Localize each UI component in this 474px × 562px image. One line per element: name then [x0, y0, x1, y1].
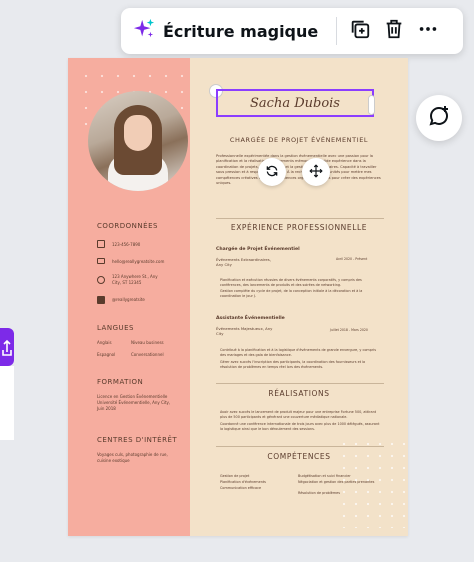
move-button[interactable]	[302, 158, 330, 186]
duplicate-button[interactable]	[343, 14, 377, 48]
duplicate-icon	[349, 18, 371, 44]
profile-photo[interactable]	[88, 91, 188, 191]
education-heading: FORMATION	[97, 378, 144, 386]
achievement-1: Avoir avec succès le lancement de produi…	[220, 410, 377, 419]
job-2-bullet-1: Contribué à la planification et à la log…	[220, 348, 376, 357]
contact-address: 123 Anywhere St., Any City, ST 12345	[112, 274, 158, 285]
resize-handle-right[interactable]	[368, 95, 375, 115]
web-icon	[97, 296, 105, 304]
language-1-level: Niveau business	[131, 340, 164, 345]
education-text: Licence en Gestion Événementielle Univer…	[97, 394, 171, 411]
job-2-title: Assistante Événementielle	[216, 316, 285, 321]
resume-page[interactable]: COORDONNÉES 123-456-7890 hello@reallygre…	[68, 58, 408, 536]
language-2: Espagnol	[97, 352, 116, 357]
move-icon	[309, 163, 323, 182]
rotate-button[interactable]	[258, 158, 286, 186]
job-1-title: Chargée de Projet Événementiel	[216, 247, 300, 252]
skill-left-1: Gestion de projet	[220, 474, 250, 478]
skill-left-3: Communication efficace	[220, 486, 262, 490]
decorative-dots	[338, 438, 408, 528]
rotate-icon	[265, 163, 279, 182]
more-button[interactable]	[411, 14, 445, 48]
job-1-bullet-2: Gestion complète du cycle de projet, de …	[220, 289, 363, 298]
share-tab[interactable]	[0, 328, 14, 366]
intro-paragraph: Professionnelle expérimentée dans la ges…	[216, 154, 381, 186]
language-2-level: Conversationnel	[131, 352, 164, 357]
divider	[216, 383, 384, 384]
contact-website: @reallygreatsite	[112, 297, 145, 302]
interests-text: Voyages culs, photographie de rue, cuisi…	[97, 452, 168, 463]
job-2-company: Événements Majestueux, Any City	[216, 326, 273, 336]
location-icon	[97, 276, 105, 284]
interests-heading: CENTRES D'INTÉRÊT	[97, 436, 178, 444]
skill-left-2: Planification d'événements	[220, 480, 266, 484]
email-icon	[97, 258, 105, 264]
name-textbox[interactable]: Sacha Dubois	[216, 89, 374, 117]
job-2-dates: Juillet 2018 - Mars 2020	[330, 328, 368, 332]
achievement-2: Coordonné une conférence internationale …	[220, 422, 380, 431]
language-1: Anglais	[97, 340, 112, 345]
side-panel	[0, 366, 14, 440]
magic-write-label: Écriture magique	[163, 21, 319, 41]
job-title: CHARGÉE DE PROJET ÉVÉNEMENTIEL	[229, 136, 369, 144]
context-toolbar: Écriture magique	[121, 8, 463, 54]
delete-button[interactable]	[377, 14, 411, 48]
job-1-bullet-1: Planification et exécution réussies de d…	[220, 278, 362, 287]
phone-icon	[97, 240, 105, 248]
divider	[216, 218, 384, 219]
achievements-heading: RÉALISATIONS	[268, 389, 330, 398]
job-2-bullet-2: Gérer avec succès l'inscription des part…	[220, 360, 366, 369]
add-comment-button[interactable]	[416, 95, 462, 141]
resume-name: Sacha Dubois	[250, 95, 340, 111]
contact-heading: COORDONNÉES	[97, 222, 158, 230]
contact-phone: 123-456-7890	[112, 242, 141, 247]
comment-add-icon	[427, 104, 451, 132]
trash-icon	[383, 18, 405, 44]
experience-heading: EXPÉRIENCE PROFESSIONNELLE	[230, 223, 368, 232]
job-1-dates: Avril 2020 - Présent	[336, 257, 368, 261]
languages-heading: LANGUES	[97, 324, 134, 332]
magic-write-button[interactable]: Écriture magique	[121, 8, 330, 54]
contact-email: hello@reallygreatsite.com	[112, 259, 165, 264]
more-icon	[417, 18, 439, 44]
job-1-company: Événements Extraordinaires, Any City	[216, 257, 271, 267]
toolbar-divider	[336, 17, 338, 45]
sparkle-icon	[133, 18, 155, 44]
